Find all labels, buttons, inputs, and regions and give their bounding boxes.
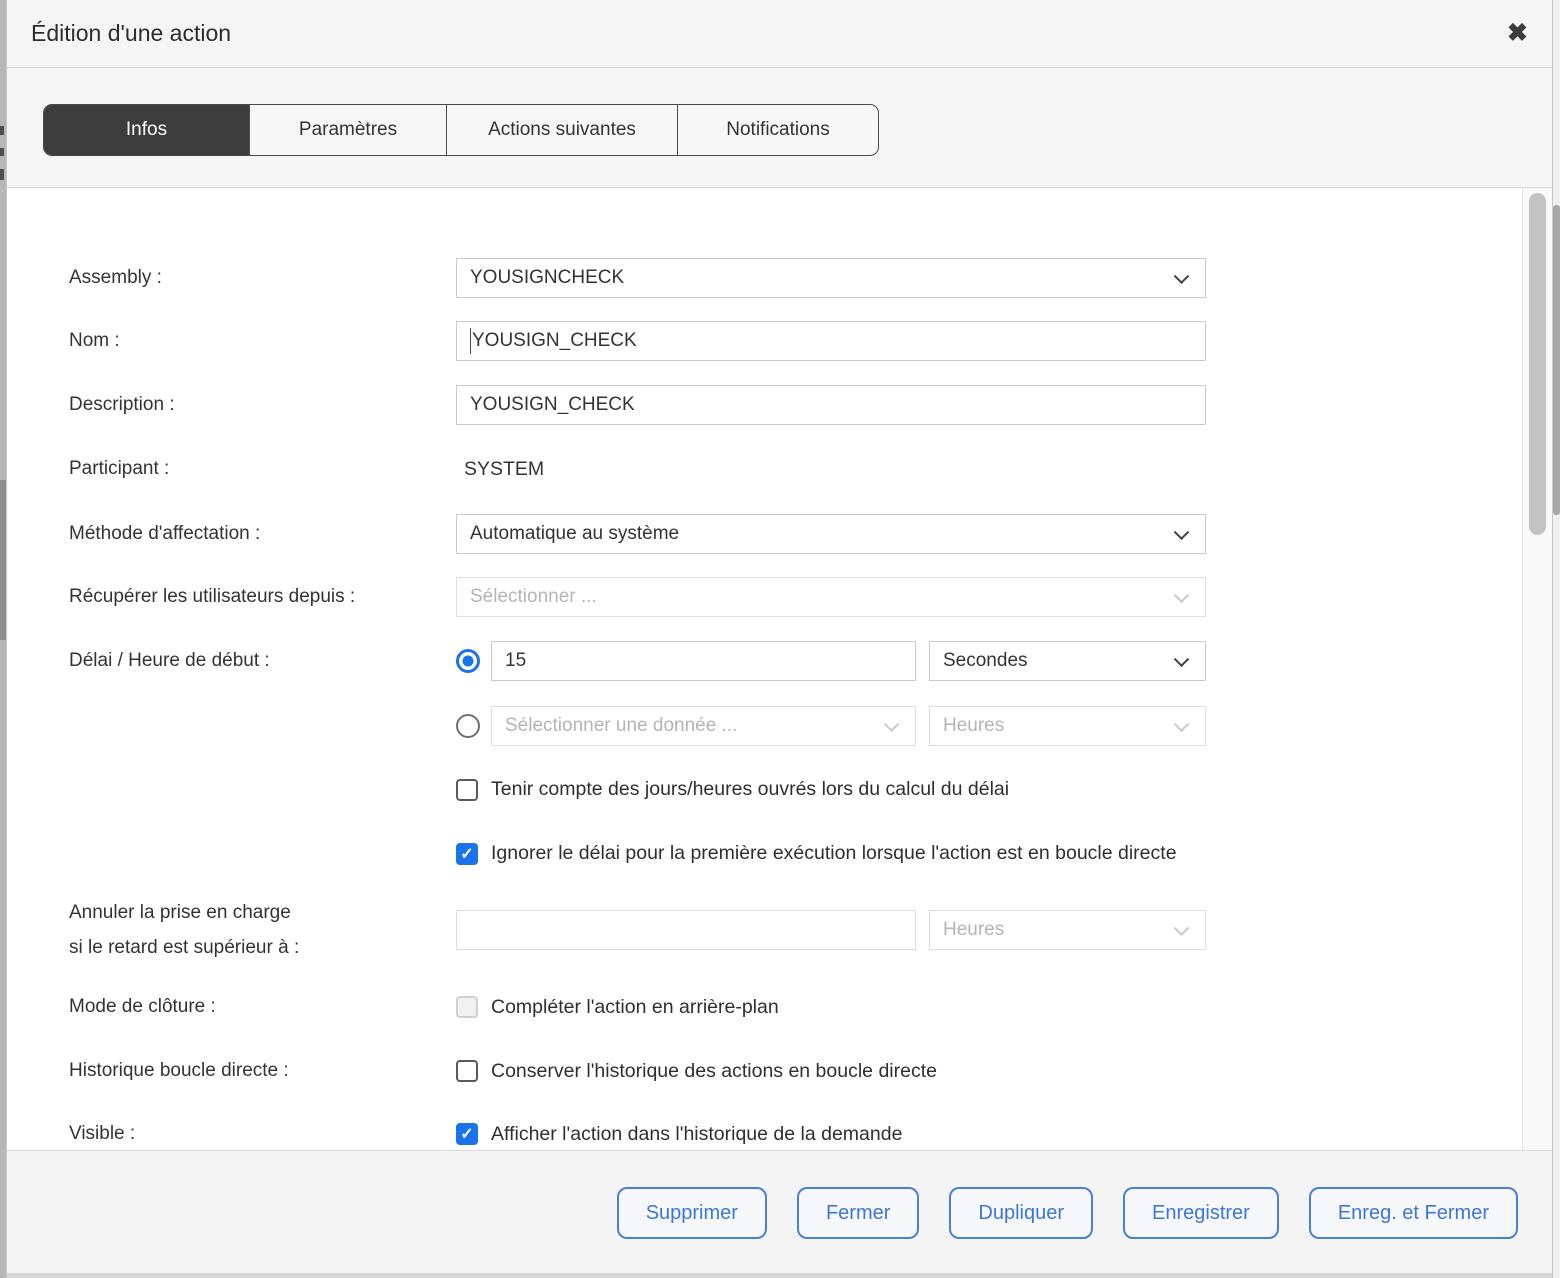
methode-affectation-row: Méthode d'affectation : Automatique au s… xyxy=(69,514,1206,554)
tab-parametres[interactable]: Paramètres xyxy=(249,105,446,155)
tab-infos[interactable]: Infos xyxy=(44,105,249,155)
edit-action-dialog: Édition d'une action ✖ Infos Paramètres … xyxy=(6,0,1553,1278)
delai-duration-row: Délai / Heure de début : 15 Secondes xyxy=(69,641,1206,681)
delai-data-unit-value: Heures xyxy=(943,715,1004,737)
methode-affectation-value: Automatique au système xyxy=(470,523,679,545)
ignorer-delai-checkbox[interactable]: ✓ xyxy=(456,843,478,865)
historique-boucle-checkbox[interactable] xyxy=(456,1060,478,1082)
delai-label: Délai / Heure de début : xyxy=(69,649,456,674)
historique-boucle-option-label: Conserver l'historique des actions en bo… xyxy=(491,1060,937,1083)
methode-affectation-select[interactable]: Automatique au système xyxy=(456,514,1206,554)
annulation-unit-select: Heures xyxy=(929,910,1206,950)
annulation-input[interactable] xyxy=(456,910,916,950)
assembly-value: YOUSIGNCHECK xyxy=(470,267,624,289)
background-page-fragment xyxy=(0,148,4,156)
enreg-et-fermer-button[interactable]: Enreg. et Fermer xyxy=(1309,1187,1518,1239)
jours-ouvres-row: Tenir compte des jours/heures ouvrés lor… xyxy=(456,778,1009,801)
visible-checkbox[interactable]: ✓ xyxy=(456,1123,478,1145)
methode-affectation-label: Méthode d'affectation : xyxy=(69,522,456,547)
mode-cloture-row: Mode de clôture : Compléter l'action en … xyxy=(69,995,779,1020)
nom-label: Nom : xyxy=(69,329,456,354)
participant-label: Participant : xyxy=(69,457,456,482)
historique-boucle-label: Historique boucle directe : xyxy=(69,1059,456,1084)
assembly-row: Assembly : YOUSIGNCHECK xyxy=(69,258,1206,298)
participant-value: SYSTEM xyxy=(456,458,544,481)
description-input[interactable]: YOUSIGN_CHECK xyxy=(456,385,1206,425)
assembly-select[interactable]: YOUSIGNCHECK xyxy=(456,258,1206,298)
fermer-button[interactable]: Fermer xyxy=(797,1187,919,1239)
description-label: Description : xyxy=(69,393,456,418)
tab-notifications[interactable]: Notifications xyxy=(677,105,878,155)
recuperer-utilisateurs-row: Récupérer les utilisateurs depuis : Séle… xyxy=(69,577,1206,617)
annulation-label: Annuler la prise en charge si le retard … xyxy=(69,895,456,965)
nom-value: YOUSIGN_CHECK xyxy=(472,330,637,352)
delai-data-radio[interactable] xyxy=(456,714,480,738)
recuperer-utilisateurs-select: Sélectionner ... xyxy=(456,577,1206,617)
mode-cloture-label: Mode de clôture : xyxy=(69,995,456,1020)
content-scrollbar-track[interactable] xyxy=(1522,189,1552,1150)
browser-scrollbar-track[interactable] xyxy=(1553,0,1560,1278)
background-page-fragment xyxy=(0,126,4,135)
dialog-bottom-edge xyxy=(7,1273,1552,1278)
browser-scrollbar-thumb[interactable] xyxy=(1553,205,1560,515)
description-row: Description : YOUSIGN_CHECK xyxy=(69,385,1206,425)
delai-duration-value: 15 xyxy=(505,650,526,672)
participant-row: Participant : SYSTEM xyxy=(69,449,544,489)
form-content: Assembly : YOUSIGNCHECK Nom : YOUSIGN_CH… xyxy=(7,189,1552,1150)
mode-cloture-checkbox xyxy=(456,996,478,1018)
nom-input[interactable]: YOUSIGN_CHECK xyxy=(456,321,1206,361)
assembly-label: Assembly : xyxy=(69,266,456,291)
annulation-row: Annuler la prise en charge si le retard … xyxy=(69,895,1206,965)
delai-data-placeholder: Sélectionner une donnée ... xyxy=(505,715,737,737)
jours-ouvres-label: Tenir compte des jours/heures ouvrés lor… xyxy=(491,778,1009,801)
dialog-title: Édition d'une action xyxy=(31,20,1507,47)
jours-ouvres-checkbox[interactable] xyxy=(456,779,478,801)
visible-row: Visible : ✓ Afficher l'action dans l'his… xyxy=(69,1122,902,1147)
dialog-header: Édition d'une action ✖ xyxy=(7,0,1552,68)
ignorer-delai-label: Ignorer le délai pour la première exécut… xyxy=(491,842,1177,865)
historique-boucle-row: Historique boucle directe : Conserver l'… xyxy=(69,1059,937,1084)
background-page-fragment xyxy=(0,169,4,180)
enregistrer-button[interactable]: Enregistrer xyxy=(1123,1187,1279,1239)
recuperer-utilisateurs-label: Récupérer les utilisateurs depuis : xyxy=(69,585,456,610)
description-value: YOUSIGN_CHECK xyxy=(470,394,635,416)
delai-duration-radio[interactable] xyxy=(456,649,480,673)
annulation-label-line2: si le retard est supérieur à : xyxy=(69,930,456,965)
content-scrollbar-thumb[interactable] xyxy=(1529,193,1546,535)
close-icon[interactable]: ✖ xyxy=(1507,21,1528,46)
supprimer-button[interactable]: Supprimer xyxy=(617,1187,767,1239)
visible-option-label: Afficher l'action dans l'historique de l… xyxy=(491,1123,902,1146)
dupliquer-button[interactable]: Dupliquer xyxy=(949,1187,1093,1239)
delai-data-select: Sélectionner une donnée ... xyxy=(491,706,916,746)
nom-row: Nom : YOUSIGN_CHECK xyxy=(69,321,1206,361)
annulation-label-line1: Annuler la prise en charge xyxy=(69,895,456,930)
delai-duration-input[interactable]: 15 xyxy=(491,641,916,681)
text-cursor xyxy=(470,328,471,354)
tabs-zone: Infos Paramètres Actions suivantes Notif… xyxy=(7,68,1552,188)
mode-cloture-option-label: Compléter l'action en arrière-plan xyxy=(491,996,779,1019)
tab-actions-suivantes[interactable]: Actions suivantes xyxy=(446,105,677,155)
delai-duration-unit-value: Secondes xyxy=(943,650,1028,672)
delai-data-row: Sélectionner une donnée ... Heures xyxy=(456,706,1206,746)
tab-group: Infos Paramètres Actions suivantes Notif… xyxy=(43,104,879,156)
delai-data-unit-select: Heures xyxy=(929,706,1206,746)
visible-label: Visible : xyxy=(69,1122,456,1147)
ignorer-delai-row: ✓ Ignorer le délai pour la première exéc… xyxy=(456,842,1177,865)
delai-duration-unit-select[interactable]: Secondes xyxy=(929,641,1206,681)
annulation-unit-value: Heures xyxy=(943,919,1004,941)
recuperer-utilisateurs-placeholder: Sélectionner ... xyxy=(470,586,597,608)
dialog-footer: Supprimer Fermer Dupliquer Enregistrer E… xyxy=(7,1150,1552,1273)
